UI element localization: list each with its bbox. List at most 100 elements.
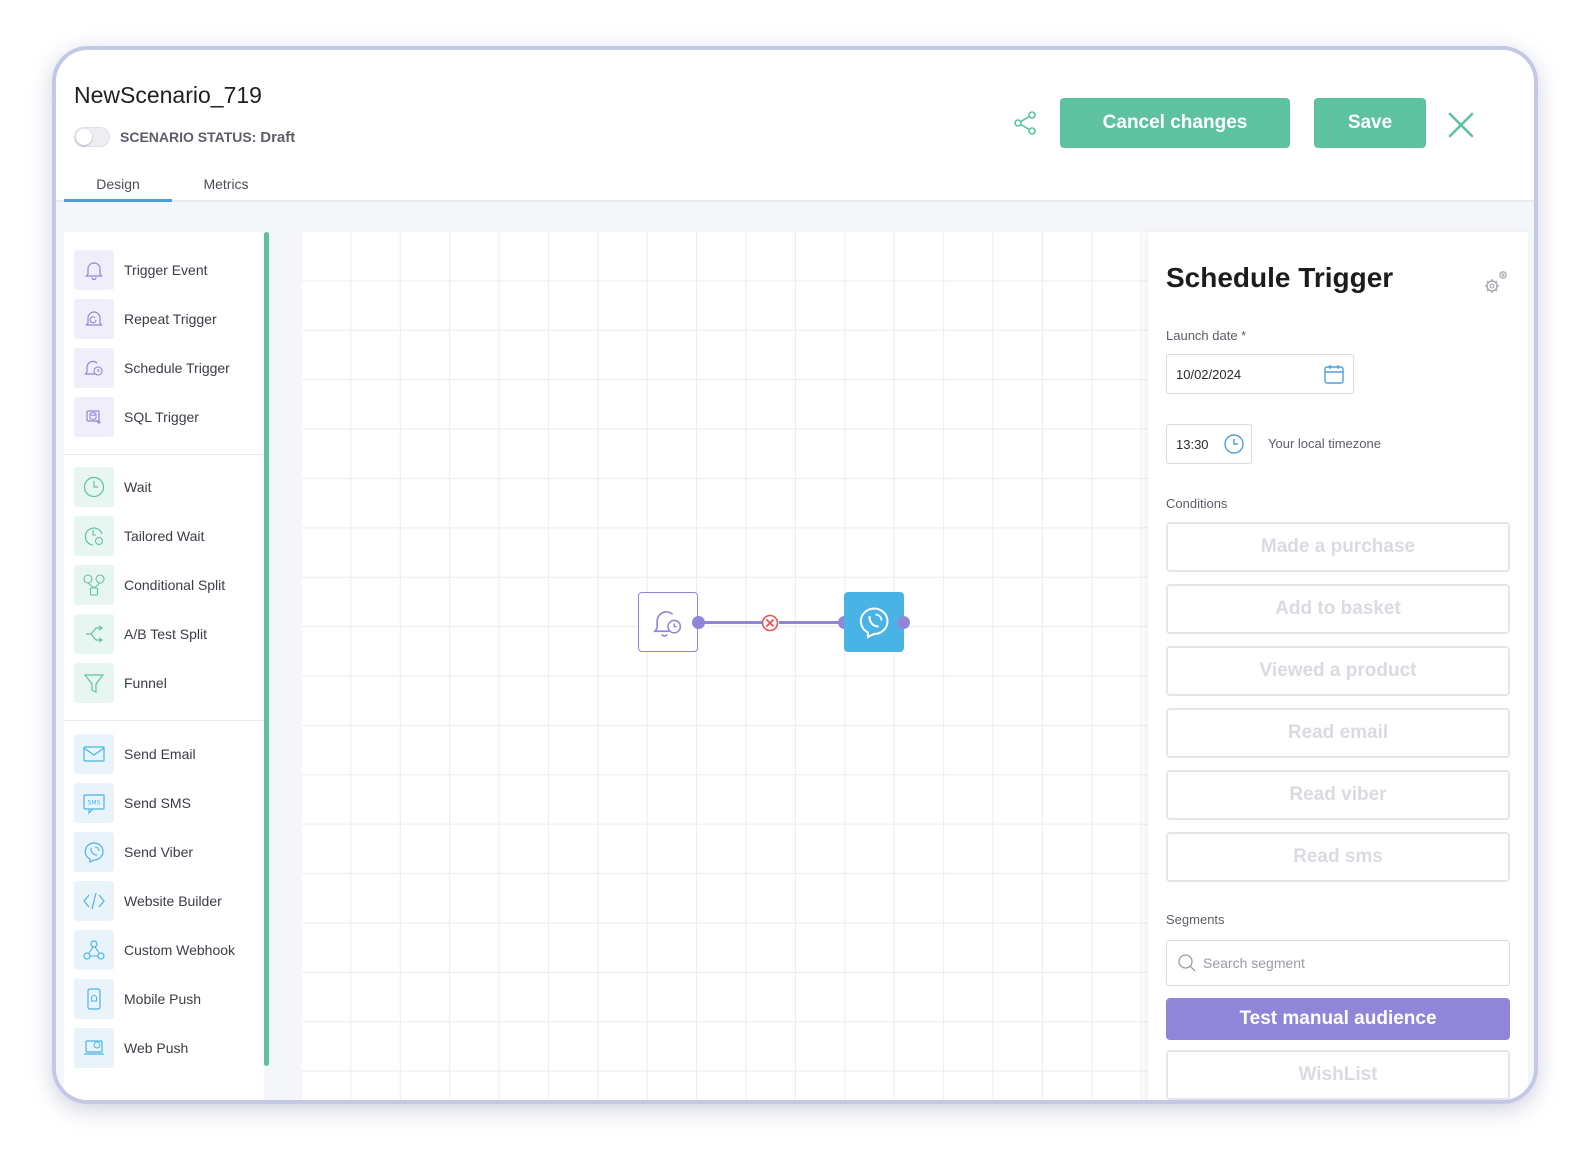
sidebar-item-send-email[interactable]: Send Email [74,734,264,774]
palette-scrollbar[interactable] [264,232,269,1066]
sidebar-item-web-push[interactable]: Web Push [74,1028,264,1068]
sidebar-item-label: Mobile Push [124,991,202,1007]
sms-icon: SMS [74,783,114,823]
sidebar-item-repeat-trigger[interactable]: Repeat Trigger [74,299,264,339]
bell-clock-icon [653,611,682,637]
timezone-note: Your local timezone [1268,436,1381,451]
sidebar-item-send-viber[interactable]: Send Viber [74,832,264,872]
svg-text:SMS: SMS [88,800,101,807]
ab-split-icon [74,614,114,654]
palette-divider [64,720,264,721]
launch-time-field[interactable]: 13:30 [1166,424,1252,464]
segment-search-input[interactable] [1203,949,1499,977]
sidebar-item-sql-trigger[interactable]: SQL Trigger [74,397,264,437]
web-push-icon [74,1028,114,1068]
close-icon[interactable] [1446,110,1476,140]
launch-date-field[interactable]: 10/02/2024 [1166,354,1354,394]
segments-label: Segments [1166,912,1225,927]
envelope-icon [74,734,114,774]
clock-icon [74,467,114,507]
settings-gear-icon[interactable] [1480,266,1512,298]
bell-clock-icon [74,348,114,388]
sidebar-item-label: Conditional Split [124,577,226,593]
conditions-label: Conditions [1166,496,1228,511]
status-toggle[interactable] [74,127,110,147]
sidebar-item-tailored-wait[interactable]: Tailored Wait [74,516,264,556]
share-icon[interactable] [1012,110,1038,136]
remove-link-icon[interactable] [761,614,779,632]
launch-date-label: Launch date * [1166,328,1247,343]
sidebar-item-custom-webhook[interactable]: Custom Webhook [74,930,264,970]
sidebar-item-conditional-split[interactable]: Conditional Split [74,565,264,605]
mobile-push-icon [74,979,114,1019]
connection-line[interactable] [704,621,762,624]
component-palette: Trigger Event Repeat Trigger Schedule Tr… [64,232,264,1100]
scenario-title: NewScenario_719 [74,82,262,108]
sidebar-item-label: Send SMS [124,795,191,811]
bell-icon [74,250,114,290]
status-value: Draft [260,129,296,146]
sidebar-item-schedule-trigger[interactable]: Schedule Trigger [74,348,264,388]
calendar-icon[interactable] [1323,363,1345,385]
sidebar-item-label: Website Builder [124,893,222,909]
tab-design[interactable]: Design [64,170,172,202]
cancel-changes-button[interactable]: Cancel changes [1060,98,1290,148]
sidebar-item-mobile-push[interactable]: Mobile Push [74,979,264,1019]
save-button[interactable]: Save [1314,98,1426,148]
sidebar-item-ab-test-split[interactable]: A/B Test Split [74,614,264,654]
tailored-clock-icon [74,516,114,556]
tabs: Design Metrics [64,170,280,202]
search-icon [1178,954,1196,972]
sidebar-item-label: A/B Test Split [124,626,208,642]
palette-divider [64,454,264,455]
condition-made-a-purchase[interactable]: Made a purchase [1166,522,1510,572]
funnel-icon [74,663,114,703]
sidebar-item-funnel[interactable]: Funnel [74,663,264,703]
sidebar-item-label: Send Email [124,746,196,762]
segment-search-box [1166,940,1510,986]
scenario-status: SCENARIO STATUS: Draft [120,129,295,146]
segment-wishlist[interactable]: WishList [1166,1050,1510,1100]
sidebar-item-label: Custom Webhook [124,942,236,958]
sidebar-item-label: Send Viber [124,844,194,860]
workflow-canvas[interactable] [302,232,1148,1100]
sidebar-item-label: Wait [124,479,152,495]
segment-test-manual-audience[interactable]: Test manual audience [1166,998,1510,1040]
schedule-trigger-node[interactable] [638,592,698,652]
condition-read-viber[interactable]: Read viber [1166,770,1510,820]
panel-title: Schedule Trigger [1166,262,1394,293]
viber-icon [859,607,889,639]
split-icon [74,565,114,605]
sidebar-item-trigger-event[interactable]: Trigger Event [74,250,264,290]
clock-icon[interactable] [1223,433,1245,455]
tab-metrics[interactable]: Metrics [172,170,280,202]
launch-date-value: 10/02/2024 [1176,367,1242,382]
bell-repeat-icon [74,299,114,339]
condition-add-to-basket[interactable]: Add to basket [1166,584,1510,634]
connection-line[interactable] [779,621,839,624]
database-bell-icon [74,397,114,437]
sidebar-item-label: Schedule Trigger [124,360,230,376]
sidebar-item-website-builder[interactable]: Website Builder [74,881,264,921]
sidebar-item-label: Funnel [124,675,167,691]
launch-time-value: 13:30 [1176,437,1209,452]
status-label: SCENARIO STATUS: [120,129,257,145]
condition-viewed-a-product[interactable]: Viewed a product [1166,646,1510,696]
sidebar-item-wait[interactable]: Wait [74,467,264,507]
header: NewScenario_719 SCENARIO STATUS: Draft D… [56,50,1534,202]
sidebar-item-label: Web Push [124,1040,189,1056]
sidebar-item-label: Tailored Wait [124,528,205,544]
viber-output-port[interactable] [897,616,910,629]
sidebar-item-label: Repeat Trigger [124,311,217,327]
editor-body: Trigger Event Repeat Trigger Schedule Tr… [56,202,1534,1100]
sidebar-item-send-sms[interactable]: SMS Send SMS [74,783,264,823]
condition-read-sms[interactable]: Read sms [1166,832,1510,882]
condition-read-email[interactable]: Read email [1166,708,1510,758]
sidebar-item-label: Trigger Event [124,262,208,278]
viber-icon [74,832,114,872]
code-icon [74,881,114,921]
properties-panel: Schedule Trigger Launch date * 10/02/202… [1148,232,1528,1100]
webhook-icon [74,930,114,970]
sidebar-item-label: SQL Trigger [124,409,199,425]
send-viber-node[interactable] [844,592,904,652]
